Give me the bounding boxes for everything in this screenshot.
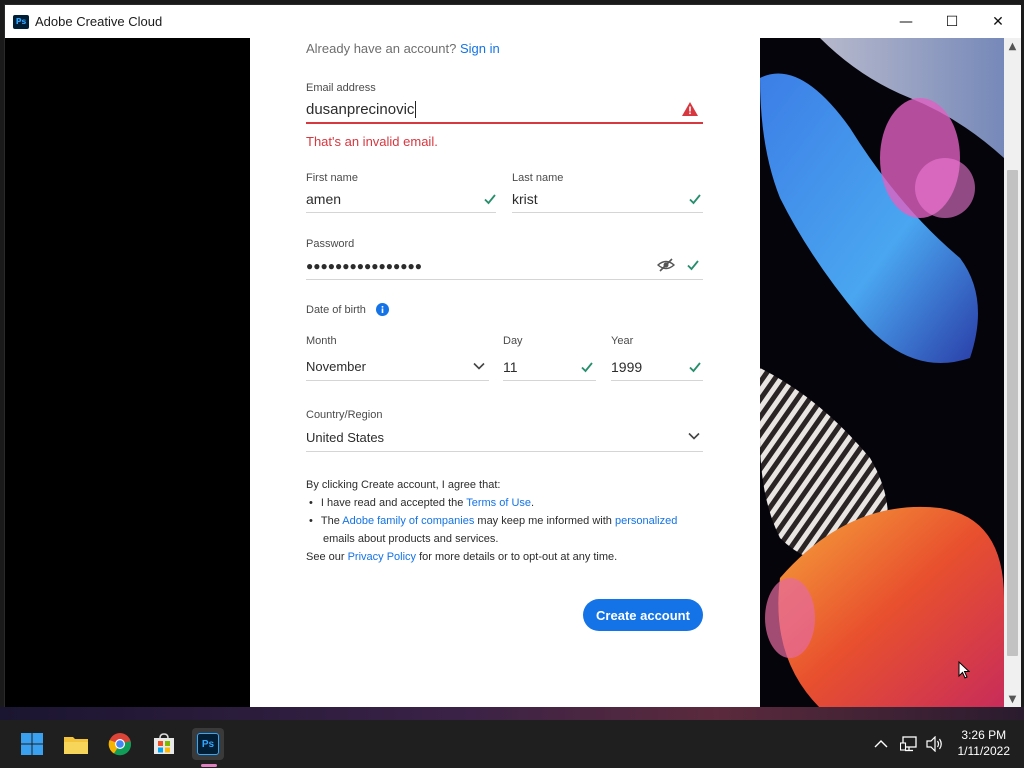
window-title: Adobe Creative Cloud bbox=[35, 14, 163, 29]
password-input[interactable]: ●●●●●●●●●●●●●●●● bbox=[306, 259, 422, 273]
first-name-label: First name bbox=[306, 172, 358, 184]
terms-bullet-2-line-2: emails about products and services. bbox=[323, 533, 499, 545]
scroll-thumb[interactable] bbox=[1007, 170, 1018, 656]
taskbar: Ps 3:26 PM 1/11/2022 bbox=[0, 720, 1024, 768]
signin-prompt-text: Already have an account? bbox=[306, 41, 457, 56]
password-label: Password bbox=[306, 238, 355, 250]
terms-of-use-link[interactable]: Terms of Use bbox=[466, 497, 531, 509]
system-clock[interactable]: 3:26 PM 1/11/2022 bbox=[958, 727, 1011, 759]
clock-time: 3:26 PM bbox=[961, 728, 1007, 742]
maximize-button[interactable]: ☐ bbox=[929, 5, 975, 38]
year-check-icon bbox=[689, 362, 701, 373]
volume-icon[interactable] bbox=[926, 720, 944, 768]
minimize-button[interactable]: — bbox=[883, 5, 929, 38]
email-label: Email address bbox=[306, 82, 376, 94]
privacy-line: See our Privacy Policy for more details … bbox=[306, 551, 617, 563]
privacy-policy-link[interactable]: Privacy Policy bbox=[348, 551, 416, 563]
first-name-check-icon bbox=[484, 194, 496, 205]
month-chevron-down-icon[interactable] bbox=[473, 362, 485, 370]
email-input[interactable]: dusanprecinovic bbox=[306, 101, 417, 118]
email-value: dusanprecinovic bbox=[306, 101, 415, 118]
last-name-check-icon bbox=[689, 194, 701, 205]
terms-bullet-2: • The Adobe family of companies may keep … bbox=[309, 515, 677, 527]
privacy-pre: See our bbox=[306, 551, 348, 563]
personalized-link[interactable]: personalized bbox=[615, 515, 677, 527]
warning-icon bbox=[682, 102, 698, 116]
country-chevron-down-icon[interactable] bbox=[688, 432, 700, 440]
country-label: Country/Region bbox=[306, 409, 383, 421]
photoshop-app-icon: Ps bbox=[13, 14, 29, 29]
first-name-underline bbox=[306, 212, 496, 213]
email-error-message: That's an invalid email. bbox=[306, 134, 438, 149]
text-cursor bbox=[415, 101, 417, 118]
signup-form: Already have an account? Sign in Email a… bbox=[250, 38, 760, 708]
feather-artwork-image bbox=[760, 38, 1004, 708]
month-underline bbox=[306, 380, 489, 381]
adobe-family-link[interactable]: Adobe family of companies bbox=[342, 515, 474, 527]
terms-b2-mid: may keep me informed with bbox=[474, 515, 615, 527]
hide-password-icon[interactable] bbox=[657, 257, 675, 273]
month-label: Month bbox=[306, 335, 337, 347]
network-icon[interactable] bbox=[900, 720, 918, 768]
start-windows-icon[interactable] bbox=[16, 728, 48, 760]
sign-in-link[interactable]: Sign in bbox=[460, 41, 500, 56]
last-name-input[interactable]: krist bbox=[512, 191, 538, 207]
show-hidden-icons-chevron-up-icon[interactable] bbox=[874, 720, 888, 768]
month-select[interactable]: November bbox=[306, 359, 366, 374]
signin-prompt: Already have an account? Sign in bbox=[306, 41, 500, 56]
file-explorer-icon[interactable] bbox=[60, 728, 92, 760]
chrome-icon[interactable] bbox=[104, 728, 136, 760]
email-underline bbox=[306, 122, 703, 124]
last-name-underline bbox=[512, 212, 703, 213]
photoshop-icon-label: Ps bbox=[197, 733, 219, 755]
terms-b2-text: The bbox=[320, 515, 343, 527]
terms-intro: By clicking Create account, I agree that… bbox=[306, 479, 501, 491]
dob-label: Date of birth bbox=[306, 304, 366, 316]
privacy-post: for more details or to opt-out at any ti… bbox=[416, 551, 618, 563]
password-underline bbox=[306, 279, 703, 280]
scroll-up-arrow-icon[interactable]: ▲ bbox=[1004, 38, 1021, 55]
terms-b1-text: I have read and accepted the bbox=[320, 497, 467, 509]
terms-bullet-1: • I have read and accepted the Terms of U… bbox=[309, 497, 534, 509]
title-bar[interactable]: Ps Adobe Creative Cloud — ☐ ✕ bbox=[5, 5, 1021, 38]
bullet-dot: • bbox=[309, 515, 313, 527]
day-input[interactable]: 11 bbox=[503, 359, 518, 375]
decorative-artwork bbox=[760, 38, 1004, 708]
year-input[interactable]: 1999 bbox=[611, 359, 642, 375]
photoshop-taskbar-icon[interactable]: Ps bbox=[192, 728, 224, 760]
clock-date: 1/11/2022 bbox=[957, 744, 1011, 758]
country-underline bbox=[306, 451, 703, 452]
window-content: Already have an account? Sign in Email a… bbox=[5, 38, 1021, 708]
info-icon[interactable] bbox=[376, 303, 389, 316]
country-select[interactable]: United States bbox=[306, 430, 384, 445]
microsoft-store-icon[interactable] bbox=[148, 728, 180, 760]
active-app-indicator bbox=[201, 764, 217, 767]
password-check-icon bbox=[687, 260, 699, 271]
day-check-icon bbox=[581, 362, 593, 373]
year-label: Year bbox=[611, 335, 634, 347]
vertical-scrollbar[interactable]: ▲ ▼ bbox=[1004, 38, 1021, 708]
mouse-cursor-icon bbox=[958, 661, 970, 679]
first-name-input[interactable]: amen bbox=[306, 191, 341, 207]
year-underline bbox=[611, 380, 703, 381]
bullet-dot: • bbox=[309, 497, 313, 509]
terms-b1-period: . bbox=[531, 497, 535, 509]
day-underline bbox=[503, 380, 596, 381]
desktop-wallpaper-strip bbox=[0, 707, 1024, 720]
scroll-down-arrow-icon[interactable]: ▼ bbox=[1004, 691, 1021, 708]
close-button[interactable]: ✕ bbox=[975, 5, 1021, 38]
app-window: Ps Adobe Creative Cloud — ☐ ✕ Already ha… bbox=[4, 4, 1021, 708]
day-label: Day bbox=[503, 335, 523, 347]
last-name-label: Last name bbox=[512, 172, 564, 184]
create-account-button[interactable]: Create account bbox=[583, 599, 703, 631]
